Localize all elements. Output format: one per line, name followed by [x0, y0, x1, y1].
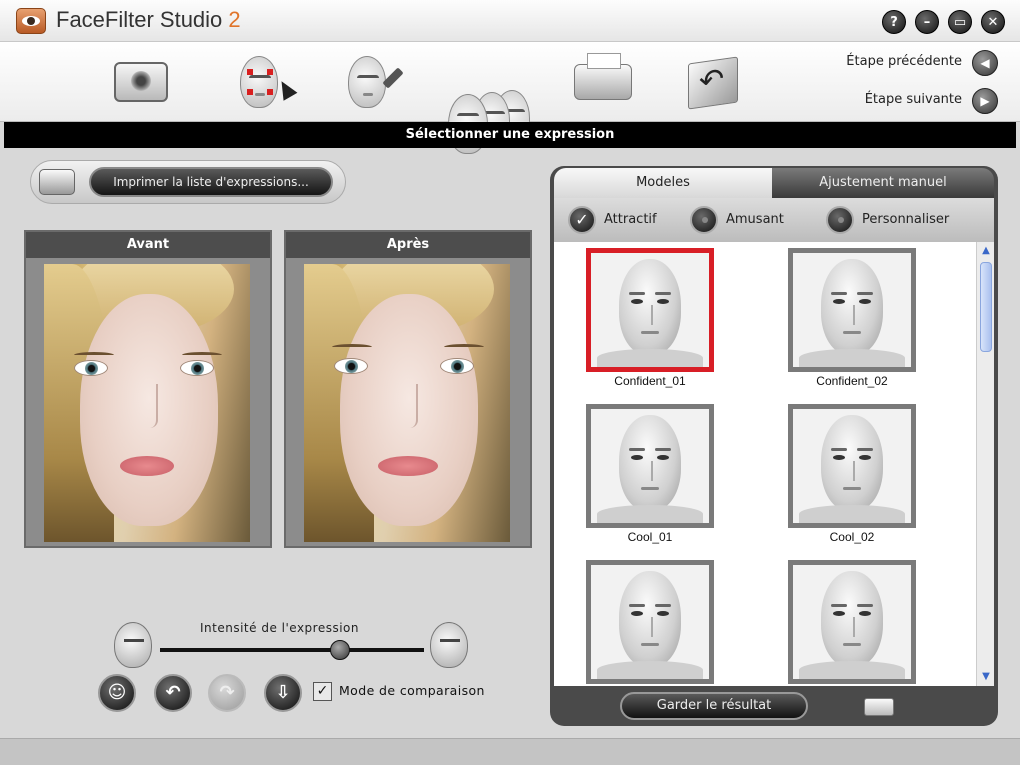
camera-icon[interactable]: [114, 62, 168, 102]
expression-thumbnail[interactable]: Cool_02: [788, 404, 916, 544]
options-icon[interactable]: [864, 698, 894, 716]
neutral-face-icon: [114, 622, 152, 668]
brush-icon: [382, 67, 404, 89]
expression-thumbnail-label: Cool_01: [627, 530, 673, 544]
expression-thumbnail[interactable]: Cool_01: [586, 404, 714, 544]
printer-icon: [39, 169, 75, 195]
maximize-button[interactable]: ▭: [948, 10, 972, 34]
save-button[interactable]: ⇩: [264, 674, 302, 712]
face-select-icon[interactable]: [240, 56, 278, 108]
previous-step-button[interactable]: ◀: [972, 50, 998, 76]
scrollbar-thumb[interactable]: [980, 262, 992, 352]
app-title: FaceFilter Studio 2: [56, 7, 241, 33]
after-photo: [304, 264, 510, 542]
section-title: Sélectionner une expression: [4, 122, 1016, 148]
expression-thumbnail-label: Cool_02: [829, 530, 875, 544]
scroll-up-icon[interactable]: ▲: [979, 244, 993, 258]
undo-button[interactable]: ↶: [154, 674, 192, 712]
export-folder-icon[interactable]: [688, 56, 738, 110]
category-attractive-radio[interactable]: ✓: [568, 206, 596, 234]
close-button[interactable]: ✕: [981, 10, 1005, 34]
intensity-label: Intensité de l'expression: [200, 621, 360, 635]
expression-thumbnail[interactable]: [586, 560, 714, 686]
category-funny-label[interactable]: Amusant: [726, 212, 784, 227]
compare-mode-checkbox[interactable]: ✓: [313, 682, 332, 701]
next-step-button[interactable]: ▶: [972, 88, 998, 114]
print-expressions-button[interactable]: Imprimer la liste d'expressions...: [89, 167, 333, 197]
after-label: Après: [286, 232, 530, 258]
next-step-link[interactable]: Étape suivante: [865, 92, 962, 107]
category-funny-radio[interactable]: [690, 206, 718, 234]
before-label: Avant: [26, 232, 270, 258]
face-edit-icon[interactable]: [348, 56, 386, 108]
expression-grid: Confident_01 Confident_02 Cool_01 Cool_0…: [554, 242, 976, 686]
category-selector: ✓ Attractif Amusant Personnaliser: [554, 198, 994, 242]
workflow-toolbar: Étape précédente ◀ Étape suivante ▶: [0, 42, 1020, 154]
help-button[interactable]: ?: [882, 10, 906, 34]
before-photo: [44, 264, 250, 542]
intensity-slider-thumb[interactable]: [329, 640, 350, 660]
compare-mode-label: Mode de comparaison: [339, 683, 485, 698]
scroll-down-icon[interactable]: ▼: [979, 670, 993, 684]
intensity-slider-track[interactable]: [160, 648, 424, 652]
after-panel: Après: [284, 230, 532, 548]
category-custom-radio[interactable]: [826, 206, 854, 234]
tab-models[interactable]: Modeles: [554, 168, 772, 198]
expressive-face-icon: [430, 622, 468, 668]
redo-button[interactable]: ↷: [208, 674, 246, 712]
before-panel: Avant: [24, 230, 272, 548]
keep-result-button[interactable]: Garder le résultat: [620, 692, 808, 720]
expression-thumbnail[interactable]: Confident_02: [788, 248, 916, 388]
minimize-button[interactable]: –: [915, 10, 939, 34]
pointer-cursor-icon: [274, 77, 298, 101]
category-attractive-label[interactable]: Attractif: [604, 212, 657, 227]
eye-logo-icon: [16, 8, 46, 34]
print-list-container: Imprimer la liste d'expressions...: [30, 160, 346, 204]
grid-scrollbar[interactable]: ▲ ▼: [976, 242, 994, 686]
expression-panel: Modeles Ajustement manuel ✓ Attractif Am…: [550, 166, 998, 726]
tab-manual-adjustment[interactable]: Ajustement manuel: [772, 168, 994, 198]
app-name: FaceFilter Studio: [56, 7, 223, 32]
expression-thumbnail-label: Confident_02: [816, 374, 888, 388]
printer-icon[interactable]: [574, 53, 632, 100]
expression-thumbnail-label: Confident_01: [614, 374, 686, 388]
face-reset-button[interactable]: ☺: [98, 674, 136, 712]
expression-thumbnail[interactable]: [788, 560, 916, 686]
title-bar: FaceFilter Studio 2 ? – ▭ ✕: [0, 0, 1020, 42]
status-bar: [0, 738, 1020, 765]
category-custom-label[interactable]: Personnaliser: [862, 212, 949, 227]
app-version: 2: [228, 7, 241, 32]
expression-thumbnail[interactable]: Confident_01: [586, 248, 714, 388]
previous-step-link[interactable]: Étape précédente: [846, 54, 962, 69]
